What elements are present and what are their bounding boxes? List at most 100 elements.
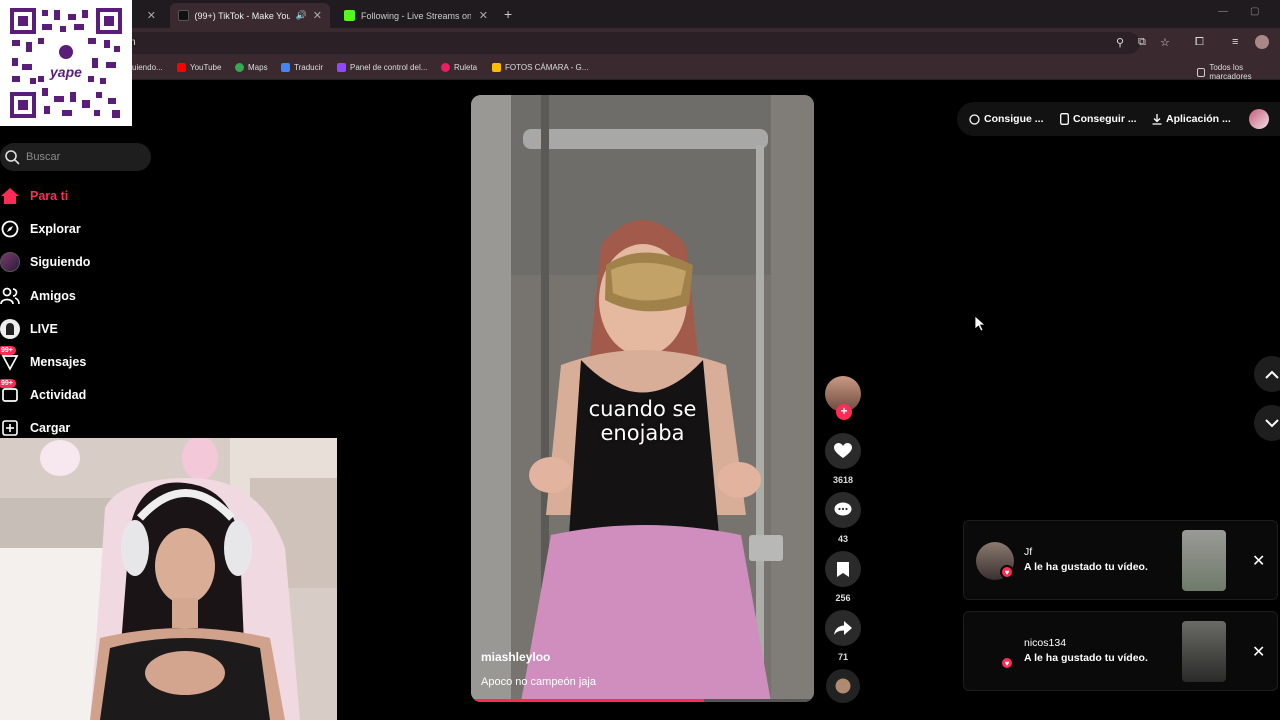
close-tab-icon[interactable]: ✕ [147, 9, 156, 22]
media-icon[interactable]: ≡ [1232, 36, 1238, 48]
video-player[interactable]: cuando se enojaba miashleyloo Apoco no c… [471, 95, 814, 702]
download-app-button[interactable]: Aplicación ... [1152, 113, 1231, 125]
bookmark-panel[interactable]: Panel de control del... [337, 63, 427, 72]
qr-code-image [8, 6, 124, 120]
notification-badge: 99+ [0, 379, 16, 388]
save-button[interactable]: 256 [825, 551, 861, 603]
folder-icon [1197, 67, 1206, 77]
sidebar-item-label: Mensajes [30, 355, 87, 369]
maps-icon [235, 63, 244, 72]
get-app-button[interactable]: Conseguir ... [1060, 113, 1137, 125]
notification-user[interactable]: Jf [1024, 546, 1032, 558]
bookmark-translate[interactable]: Traducir [281, 63, 323, 72]
get-coins-button[interactable]: Consigue ... [969, 113, 1044, 125]
follow-plus-icon[interactable]: + [836, 404, 852, 420]
omnibox[interactable]: n [120, 32, 1140, 54]
star-icon[interactable]: ☆ [1160, 36, 1170, 49]
tiktok-favicon [178, 10, 189, 21]
close-icon[interactable]: ✕ [1252, 642, 1265, 662]
webcam-image [0, 438, 337, 720]
sidebar-item-label: Cargar [30, 421, 71, 435]
video-author[interactable]: miashleyloo [481, 650, 550, 664]
yape-logo: yape [50, 64, 82, 80]
video-thumbnail[interactable] [1182, 530, 1226, 591]
next-video-button[interactable] [1254, 405, 1280, 441]
sidebar-item-amigos[interactable]: Amigos [0, 284, 76, 308]
profile-avatar[interactable] [1249, 109, 1269, 129]
search-icon [5, 150, 20, 165]
share-button[interactable]: 71 [825, 610, 861, 662]
sidebar-item-para-ti[interactable]: Para ti [0, 184, 68, 208]
sidebar-item-cargar[interactable]: Cargar [0, 416, 70, 440]
search-placeholder: Buscar [26, 151, 61, 163]
bookmark-item[interactable]: uiendo... [132, 63, 163, 72]
profile-avatar-icon[interactable] [1255, 35, 1269, 49]
sidebar-item-label: Siguiendo [30, 255, 91, 269]
sidebar-item-mensajes[interactable]: 99+ Mensajes [0, 346, 87, 374]
previous-video-button[interactable] [1254, 356, 1280, 392]
video-progress-bar[interactable] [471, 699, 814, 702]
bookmark-fotos[interactable]: FOTOS CÁMARA - G... [492, 63, 588, 72]
zoom-icon[interactable]: ⚲ [1116, 36, 1124, 49]
sidebar-item-live[interactable]: LIVE [0, 317, 58, 341]
notification-card[interactable]: ♥ Jf A le ha gustado tu vídeo. ✕ [963, 520, 1278, 600]
bookmark-youtube[interactable]: YouTube [177, 63, 221, 72]
creator-avatar[interactable]: + [825, 376, 861, 420]
tab-kick[interactable]: Following - Live Streams on Kick ✕ [336, 3, 496, 28]
bookmark-icon [837, 561, 849, 577]
sidebar-item-label: Actividad [30, 388, 87, 402]
bookmark-ruleta[interactable]: Ruleta [441, 63, 477, 72]
address-bar-row: n [0, 28, 1280, 58]
music-disc-icon [826, 669, 860, 703]
comment-button[interactable]: 43 [825, 492, 861, 544]
notification-message: A le ha gustado tu vídeo. [1024, 561, 1148, 573]
restore-icon[interactable]: ▢ [1250, 6, 1259, 17]
close-tab-icon[interactable]: ✕ [479, 9, 488, 22]
music-disc[interactable] [825, 669, 861, 703]
heart-badge-icon: ♥ [1000, 565, 1014, 579]
video-caption: cuando se enojaba [471, 397, 814, 445]
caption-line: cuando se [588, 397, 697, 421]
speaker-icon[interactable]: 🔊 [296, 10, 307, 21]
sidebar-item-label: Explorar [30, 222, 81, 236]
notification-user[interactable]: nicos134 [1024, 637, 1066, 649]
sidebar-item-explorar[interactable]: Explorar [0, 217, 81, 241]
button-label: Aplicación ... [1166, 113, 1231, 125]
new-tab-button[interactable]: + [504, 6, 512, 22]
like-button[interactable]: 3618 [825, 433, 861, 485]
comment-count: 43 [837, 534, 848, 544]
search-input[interactable]: Buscar [0, 143, 151, 171]
chevron-down-icon [1265, 418, 1279, 427]
bookmark-maps[interactable]: Maps [235, 63, 268, 72]
extensions-icon[interactable]: ⧠ [1195, 36, 1204, 49]
sidebar-item-siguiendo[interactable]: Siguiendo [0, 250, 90, 274]
avatar-icon [0, 252, 20, 272]
coin-icon [969, 113, 980, 125]
bookmarks-bar: uiendo... YouTube Maps Traducir Panel de… [0, 58, 1280, 81]
mouse-cursor-icon [975, 316, 987, 332]
minimize-icon[interactable]: — [1218, 6, 1228, 17]
live-icon [0, 319, 20, 339]
tab-tiktok[interactable]: (99+) TikTok - Make Your Day 🔊 ✕ [170, 3, 330, 28]
compass-icon [0, 219, 20, 239]
heart-badge-icon: ♥ [1000, 656, 1014, 670]
sidebar-item-actividad[interactable]: 99+ Actividad [0, 379, 87, 407]
share-count: 71 [837, 652, 848, 662]
tab-previous[interactable]: ✕ [134, 3, 164, 28]
close-icon[interactable]: ✕ [1252, 551, 1265, 571]
all-bookmarks[interactable]: Todos los marcadores [1197, 63, 1280, 81]
top-actions: Consigue ... Conseguir ... Aplicación ..… [957, 102, 1280, 136]
wheel-icon [441, 63, 450, 72]
notification-card[interactable]: ♥ nicos134 A le ha gustado tu vídeo. ✕ [963, 611, 1278, 691]
button-label: Conseguir ... [1073, 113, 1137, 125]
twitch-icon [337, 63, 346, 72]
download-icon [1152, 113, 1162, 125]
video-thumbnail[interactable] [1182, 621, 1226, 682]
messages-icon: 99+ [0, 346, 20, 372]
notification-message: A le ha gustado tu vídeo. [1024, 652, 1148, 664]
install-icon[interactable]: ⧉ [1138, 36, 1146, 49]
close-tab-icon[interactable]: ✕ [313, 9, 322, 22]
video-progress-fill [471, 699, 705, 702]
like-count: 3618 [832, 475, 854, 485]
phone-icon [1060, 113, 1069, 125]
